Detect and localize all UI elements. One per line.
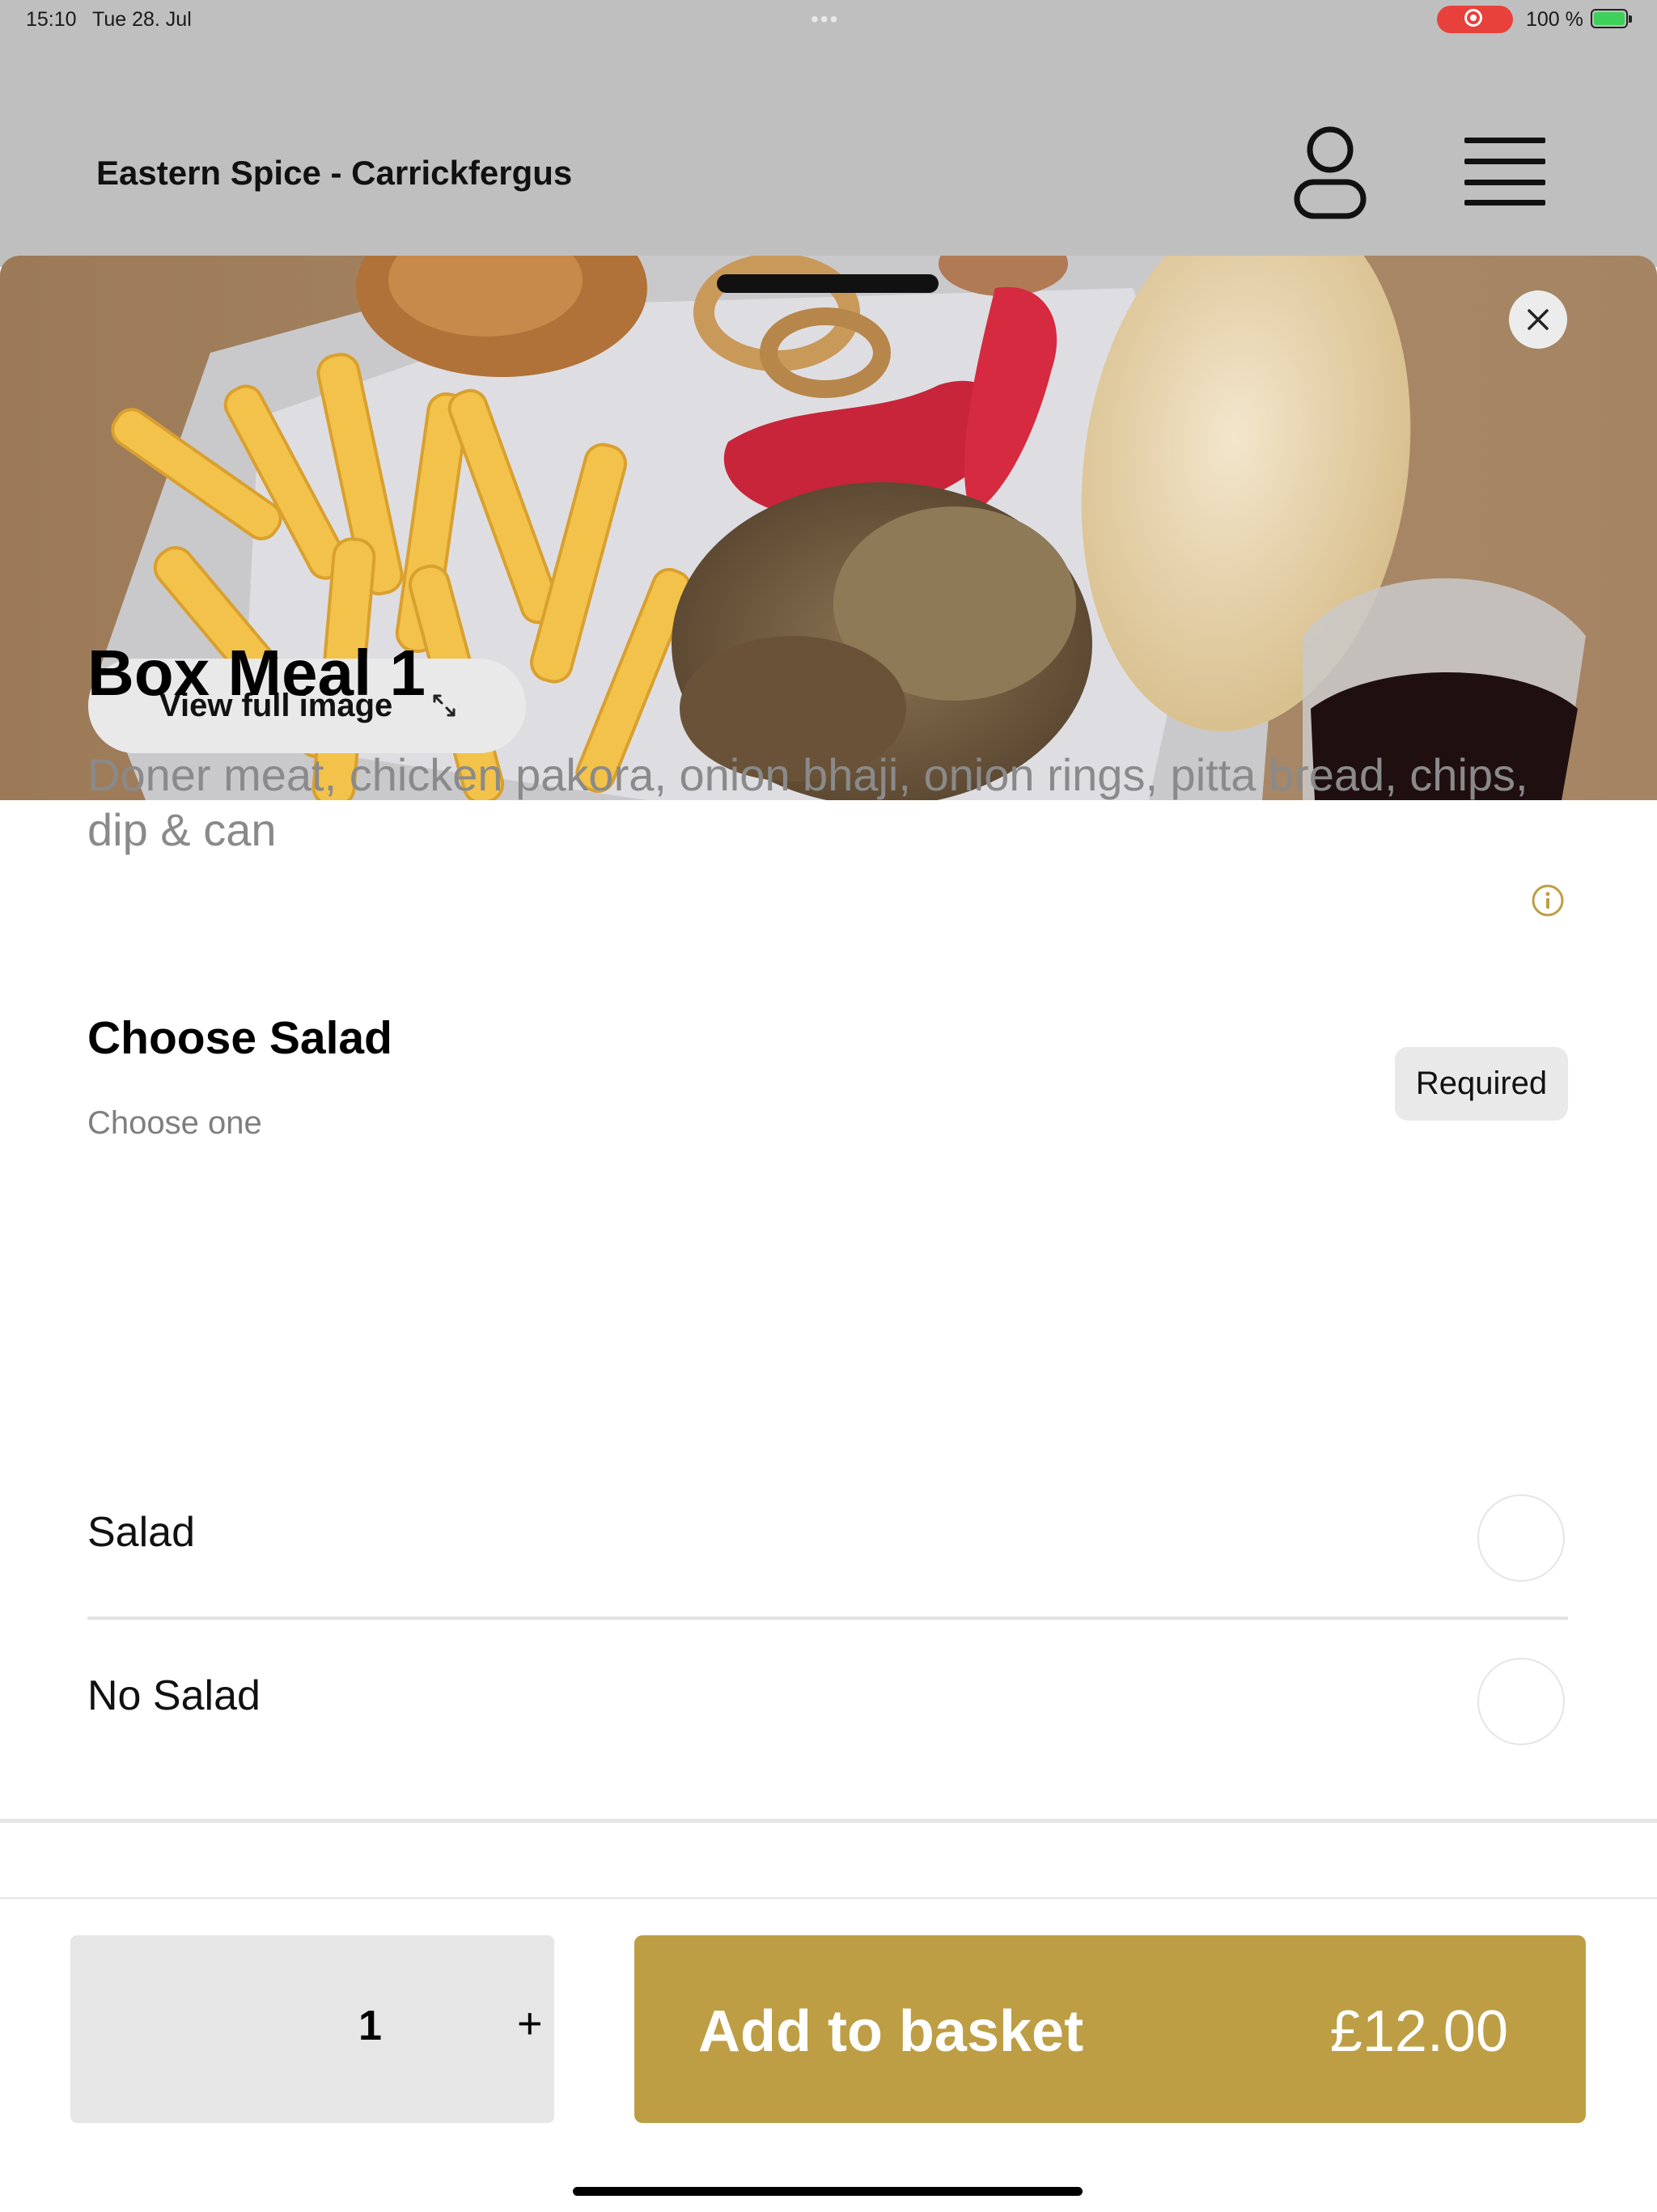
- battery-percentage: 100 %: [1526, 8, 1583, 31]
- quantity-value: 1: [358, 2002, 382, 2049]
- radio-button[interactable]: [1477, 1494, 1565, 1582]
- quantity-stepper: 1 +: [70, 1935, 554, 2123]
- home-indicator[interactable]: [573, 2187, 1083, 2196]
- drag-handle[interactable]: [717, 274, 939, 293]
- status-time: 15:10: [26, 8, 77, 31]
- expand-icon: [433, 694, 456, 717]
- store-title: Eastern Spice - Carrickfergus: [96, 154, 573, 192]
- option-group-subtitle: Choose one: [87, 1105, 262, 1141]
- item-description: Doner meat, chicken pakora, onion bhaji,…: [87, 749, 1528, 855]
- background-app: 15:10 Tue 28. Jul ••• 100 % Eastern Spic…: [0, 0, 1657, 267]
- add-to-basket-button[interactable]: Add to basket £12.00: [634, 1935, 1586, 2123]
- status-bar: 15:10 Tue 28. Jul ••• 100 %: [0, 0, 1657, 39]
- option-group-title: Choose Salad: [87, 1012, 392, 1064]
- item-title: Box Meal 1: [87, 637, 426, 709]
- option-label: No Salad: [87, 1672, 261, 1719]
- close-icon: [1528, 309, 1549, 330]
- increase-quantity-button[interactable]: +: [517, 1998, 543, 2049]
- close-button[interactable]: [1509, 290, 1567, 349]
- basket-footer: 1 + Add to basket £12.00: [0, 1897, 1657, 2212]
- option-row-salad[interactable]: Salad: [87, 1458, 1568, 1617]
- info-icon[interactable]: [1531, 884, 1565, 917]
- add-to-basket-label: Add to basket: [698, 1999, 1084, 2064]
- option-divider: [87, 1617, 1568, 1620]
- option-label: Salad: [87, 1509, 195, 1556]
- option-row-no-salad[interactable]: No Salad: [87, 1621, 1568, 1780]
- item-image: View full image: [0, 256, 1657, 800]
- battery-icon: [1591, 9, 1632, 28]
- hamburger-menu-icon[interactable]: [1464, 136, 1545, 206]
- item-price: £12.00: [1329, 1999, 1508, 2064]
- status-date: Tue 28. Jul: [92, 8, 192, 31]
- radio-button[interactable]: [1477, 1658, 1565, 1745]
- section-divider: [0, 1819, 1657, 1823]
- screen-recording-icon: [1437, 6, 1513, 33]
- person-icon[interactable]: [1293, 125, 1367, 221]
- multitasking-dots-icon[interactable]: •••: [811, 6, 839, 32]
- required-badge: Required: [1395, 1047, 1568, 1121]
